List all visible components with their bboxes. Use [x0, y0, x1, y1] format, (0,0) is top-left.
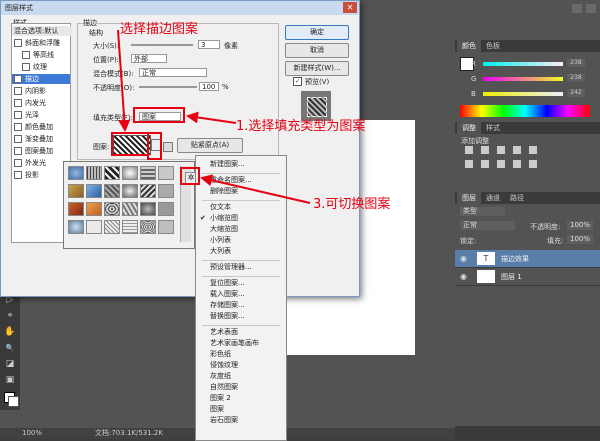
arrow-to-gear: [200, 174, 311, 204]
arrow-to-fill-type: [186, 111, 237, 124]
arrow-to-pattern: [117, 29, 131, 132]
annotation-arrows: [117, 29, 311, 204]
